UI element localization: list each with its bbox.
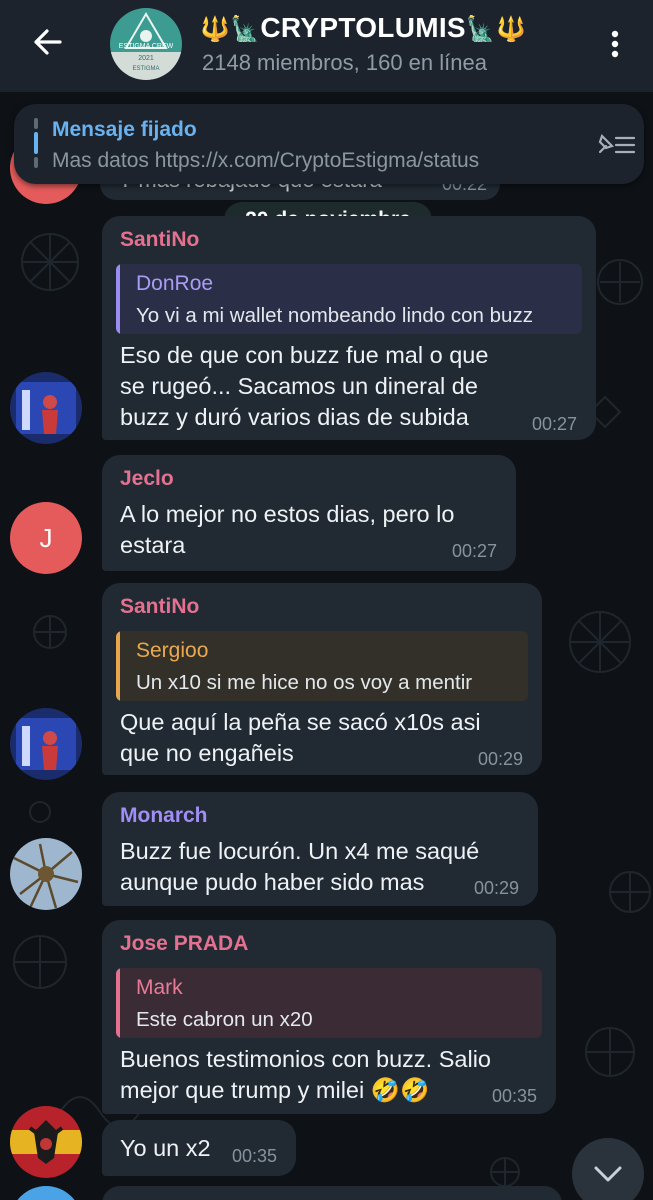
santino-avatar-image (10, 372, 82, 444)
reply-quote[interactable]: DonRoe Yo vi a mi wallet nombeando lindo… (116, 264, 582, 334)
title-suffix-emoji: 🗽🔱 (465, 16, 527, 43)
chat-header: ESTIGMA CREW 2021 ESTIGMA 🔱🗽CRYPTOLUMIS🗽… (0, 0, 653, 92)
message-line: Que aquí la peña se sacó x10s asi (120, 709, 481, 735)
avatar-santino[interactable] (10, 372, 82, 444)
sender-name[interactable]: Jeclo (120, 467, 174, 491)
message-line: A lo mejor no estos dias, pero lo (120, 501, 455, 527)
quote-text: Este cabron un x20 (136, 1008, 313, 1031)
group-avatar-image: ESTIGMA CREW 2021 ESTIGMA (110, 8, 182, 80)
pinned-indicator (34, 118, 38, 170)
message-line: Eso de que con buzz fue mal o que (120, 342, 489, 368)
avatar-caption-2: 2021 (138, 55, 154, 62)
message-bubble[interactable]: Monarch Buzz fue locurón. Un x4 me saqué… (102, 792, 538, 906)
message-time: 00:35 (492, 1086, 538, 1106)
more-menu-button[interactable] (600, 24, 630, 64)
message-line: Buenos testimonios con buzz. Salio (120, 1046, 491, 1072)
reply-quote[interactable]: Sergioo Un x10 si me hice no os voy a me… (116, 631, 528, 701)
message-bubble[interactable]: SantiNo Sergioo Un x10 si me hice no os … (102, 583, 542, 775)
message-line: se rugeó... Sacamos un dineral de (120, 373, 478, 399)
sender-name[interactable]: SantiNo (120, 228, 199, 252)
chat-title[interactable]: 🔱🗽CRYPTOLUMIS🗽🔱 (200, 12, 526, 44)
pinned-message-bar[interactable]: Mensaje fijado Mas datos https://x.com/C… (14, 104, 644, 184)
quote-author: Sergioo (136, 639, 209, 662)
sender-name[interactable]: Monarch (120, 804, 208, 828)
message-line: buzz y duró varios dias de subida (120, 404, 469, 430)
avatar-santino[interactable] (10, 708, 82, 780)
message-line: que no engañeis (120, 740, 294, 766)
back-button[interactable] (28, 22, 68, 62)
message-time: 00:29 (474, 878, 520, 898)
partial-message-bubble[interactable] (102, 1186, 562, 1200)
back-arrow-icon (34, 29, 62, 55)
message-time: 00:35 (232, 1146, 278, 1166)
santino-avatar-image (10, 708, 82, 780)
message-bubble[interactable]: Jeclo A lo mejor no estos dias, pero lo … (102, 455, 516, 571)
title-text: CRYPTOLUMIS (260, 12, 466, 43)
title-prefix-emoji: 🔱🗽 (200, 16, 261, 43)
avatar-jeclo[interactable]: J (10, 502, 82, 574)
chevron-down-icon (594, 1166, 622, 1182)
pin-list-icon (598, 133, 636, 154)
reply-quote[interactable]: Mark Este cabron un x20 (116, 968, 542, 1038)
message-line: Buzz fue locurón. Un x4 me saqué (120, 838, 480, 864)
more-vert-icon (611, 30, 619, 58)
quote-author: DonRoe (136, 272, 214, 295)
group-avatar[interactable]: ESTIGMA CREW 2021 ESTIGMA (110, 8, 182, 80)
sender-name[interactable]: SantiNo (120, 595, 199, 619)
message-line: mejor que trump y milei 🤣🤣 (120, 1077, 430, 1103)
message-bubble[interactable]: SantiNo DonRoe Yo vi a mi wallet nombean… (102, 216, 596, 440)
quote-text: Un x10 si me hice no os voy a mentir (136, 671, 473, 694)
message-time: 00:29 (478, 749, 524, 769)
scroll-to-bottom-button[interactable] (572, 1138, 644, 1200)
message-line: Yo un x2 (120, 1135, 211, 1161)
avatar-caption-3: ESTIGMA (132, 66, 159, 72)
avatar-jose-prada[interactable] (10, 1106, 82, 1178)
quote-text: Yo vi a mi wallet nombeando lindo con bu… (136, 304, 533, 327)
jose-prada-avatar-image (10, 1106, 82, 1178)
pinned-list-button[interactable] (592, 130, 640, 162)
message-bubble[interactable]: Jose PRADA Mark Este cabron un x20 Bueno… (102, 920, 556, 1114)
avatar-monarch[interactable] (10, 838, 82, 910)
message-line: estara (120, 532, 186, 558)
message-time: 00:27 (532, 414, 578, 434)
sender-name[interactable]: Jose PRADA (120, 932, 248, 956)
member-count: 2148 miembros, 160 en línea (202, 50, 487, 75)
message-bubble[interactable]: Yo un x2 00:35 (102, 1120, 296, 1176)
message-line: aunque pudo haber sido mas (120, 869, 425, 895)
pinned-text: Mas datos https://x.com/CryptoEstigma/st… (52, 149, 480, 172)
pinned-title: Mensaje fijado (52, 118, 197, 141)
monarch-avatar-image (10, 838, 82, 910)
message-time: 00:27 (452, 541, 498, 561)
avatar-caption-1: ESTIGMA CREW (119, 43, 174, 50)
quote-author: Mark (136, 976, 183, 999)
